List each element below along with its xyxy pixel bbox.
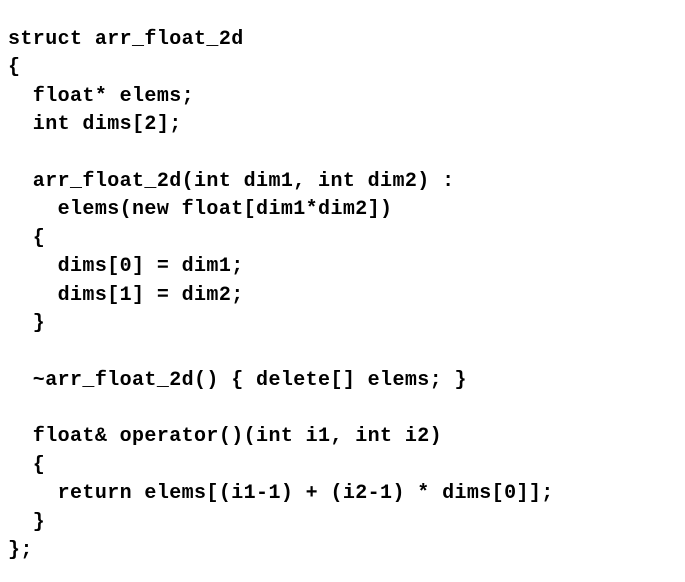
code-content: struct arr_float_2d { float* elems; int … bbox=[8, 28, 554, 562]
code-block: struct arr_float_2d { float* elems; int … bbox=[0, 20, 685, 565]
